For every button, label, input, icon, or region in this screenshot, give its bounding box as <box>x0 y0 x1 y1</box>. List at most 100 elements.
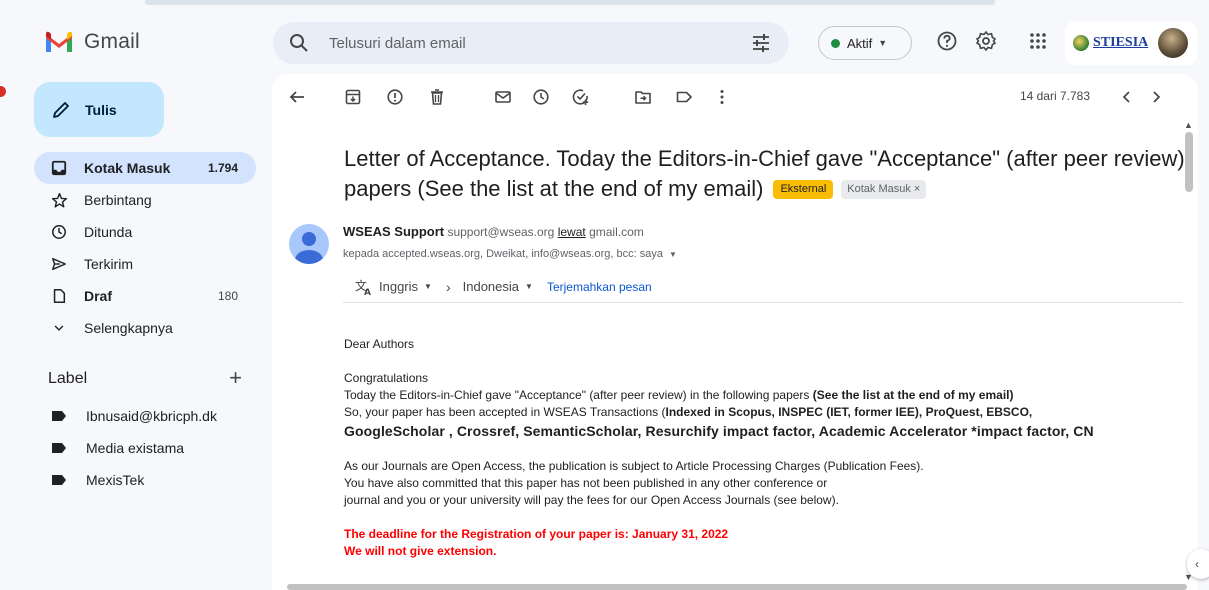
sidebar-item-inbox[interactable]: Kotak Masuk 1.794 <box>34 152 256 184</box>
sidebar-item-label: Selengkapnya <box>84 320 173 336</box>
pagination-text: 14 dari 7.783 <box>1019 89 1090 103</box>
vertical-scrollbar[interactable]: ▲ ▼ <box>1182 120 1196 590</box>
sidebar-item-snoozed[interactable]: Ditunda <box>34 216 256 248</box>
sidebar-item-label: Kotak Masuk <box>84 160 171 176</box>
label-item[interactable]: MexisTek <box>34 464 256 496</box>
sidebar-nav: Kotak Masuk 1.794 Berbintang Ditunda Ter… <box>34 152 256 344</box>
clock-icon <box>50 223 68 241</box>
label-tag-icon <box>52 443 66 453</box>
chevron-down-icon[interactable]: ▼ <box>669 250 677 259</box>
add-label-icon[interactable]: + <box>229 367 242 389</box>
accepted-line: So, your paper has been accepted in WSEA… <box>344 404 1194 421</box>
sender-info: WSEAS Support support@wseas.org lewat gm… <box>343 224 644 239</box>
arrow-right-icon: › <box>445 278 451 295</box>
open-access-line-2: You have also committed that this paper … <box>344 476 828 490</box>
pencil-icon <box>53 101 69 118</box>
label-item[interactable]: Media existama <box>34 432 256 464</box>
browser-top-strip <box>0 0 1209 10</box>
email-subject: Letter of Acceptance. Today the Editors-… <box>344 144 1185 204</box>
subject-line-2-row: papers (See the list at the end of my em… <box>344 174 1184 204</box>
compose-button[interactable]: Tulis <box>34 82 164 137</box>
svg-text:A: A <box>364 288 371 296</box>
inbox-label-chip[interactable]: Kotak Masuk × <box>841 179 927 199</box>
avatar[interactable] <box>1158 28 1189 58</box>
more-vertical-icon[interactable] <box>713 88 731 106</box>
account-switcher[interactable]: STIESIA <box>1065 21 1197 65</box>
side-panel-toggle[interactable]: ‹ <box>1187 549 1209 579</box>
inbox-icon <box>50 159 68 177</box>
gear-icon[interactable] <box>975 30 997 52</box>
label-item[interactable]: Ibnusaid@kbricph.dk <box>34 400 256 432</box>
gmail-logo[interactable]: Gmail <box>44 28 140 56</box>
sidebar-item-starred[interactable]: Berbintang <box>34 184 256 216</box>
translate-message-link[interactable]: Terjemahkan pesan <box>547 280 652 294</box>
open-access-line-1: As our Journals are Open Access, the pub… <box>344 459 924 473</box>
label-name: Media existama <box>86 440 185 456</box>
chevron-down-icon[interactable]: ▼ <box>525 282 533 291</box>
via-link[interactable]: lewat <box>558 225 586 239</box>
horizontal-scrollbar[interactable] <box>287 584 1187 590</box>
search-bar[interactable]: Telusuri dalam email <box>273 22 789 64</box>
labels-header: Label + <box>48 367 248 389</box>
sender-name[interactable]: WSEAS Support <box>343 224 444 239</box>
label-icon[interactable] <box>675 88 693 106</box>
editors-line: Today the Editors-in-Chief gave "Accepta… <box>344 387 1194 404</box>
mark-unread-icon[interactable] <box>494 88 512 106</box>
label-name: Ibnusaid@kbricph.dk <box>86 408 217 424</box>
chevron-down-icon[interactable]: ▼ <box>424 282 432 291</box>
greeting: Dear Authors <box>344 337 415 351</box>
sidebar-item-label: Ditunda <box>84 224 133 240</box>
search-input[interactable]: Telusuri dalam email <box>329 35 751 52</box>
message-pane: 14 dari 7.783 Letter of Acceptance. Toda… <box>272 74 1198 590</box>
sidebar-item-drafts[interactable]: Draf 180 <box>34 280 256 312</box>
draft-count: 180 <box>217 289 238 303</box>
deadline-line: The deadline for the Registration of you… <box>344 527 729 541</box>
add-task-icon[interactable] <box>572 88 590 106</box>
label-tag-icon <box>52 411 66 421</box>
chevron-right-icon[interactable] <box>1147 88 1165 106</box>
subject-line-1: Letter of Acceptance. Today the Editors-… <box>344 146 1185 171</box>
back-arrow-icon[interactable] <box>288 88 306 106</box>
inbox-chip-label: Kotak Masuk <box>847 182 911 195</box>
gmail-m-icon <box>46 31 72 52</box>
search-options-icon[interactable] <box>751 33 771 53</box>
archive-icon[interactable] <box>344 88 362 106</box>
source-language[interactable]: Inggris <box>379 279 418 294</box>
message-toolbar: 14 dari 7.783 <box>272 74 1198 120</box>
translate-icon: 文A <box>355 278 371 296</box>
globe-icon <box>1073 35 1089 51</box>
gmail-wordmark: Gmail <box>84 30 140 53</box>
sidebar-item-more[interactable]: Selengkapnya <box>34 312 256 344</box>
status-selector[interactable]: Aktif ▼ <box>818 26 912 60</box>
sidebar-item-label: Draf <box>84 288 113 304</box>
editors-bold-text: (See the list at the end of my email) <box>812 388 1014 402</box>
notification-dot <box>0 86 6 97</box>
external-badge: Eksternal <box>773 179 834 199</box>
sender-avatar[interactable] <box>289 224 329 264</box>
target-language[interactable]: Indonesia <box>463 279 519 294</box>
via-domain: gmail.com <box>589 225 644 239</box>
close-icon[interactable]: × <box>914 183 920 195</box>
sidebar-item-label: Berbintang <box>84 192 152 208</box>
move-to-folder-icon[interactable] <box>634 88 652 106</box>
send-icon <box>50 255 68 273</box>
chevron-left-icon[interactable] <box>1118 88 1136 106</box>
recipients-line[interactable]: kepada accepted.wseas.org, Dweikat, info… <box>343 248 677 260</box>
unread-count: 1.794 <box>207 161 238 175</box>
search-icon[interactable] <box>289 33 309 53</box>
status-dot <box>831 38 840 48</box>
email-body: Dear Authors Congratulations Today the E… <box>344 336 1194 560</box>
draft-icon <box>50 287 68 305</box>
snooze-clock-icon[interactable] <box>532 88 550 106</box>
scroll-up-icon[interactable]: ▲ <box>1184 120 1193 130</box>
apps-grid-icon[interactable] <box>1027 30 1049 52</box>
scrollbar-thumb[interactable] <box>1185 132 1193 192</box>
sender-email: support@wseas.org <box>447 225 555 239</box>
sidebar-item-sent[interactable]: Terkirim <box>34 248 256 280</box>
report-spam-icon[interactable] <box>386 88 404 106</box>
help-icon[interactable] <box>936 30 958 52</box>
trash-icon[interactable] <box>428 88 446 106</box>
person-icon <box>295 232 323 264</box>
congrats-line: Congratulations <box>344 371 429 385</box>
browser-bar <box>145 0 995 5</box>
